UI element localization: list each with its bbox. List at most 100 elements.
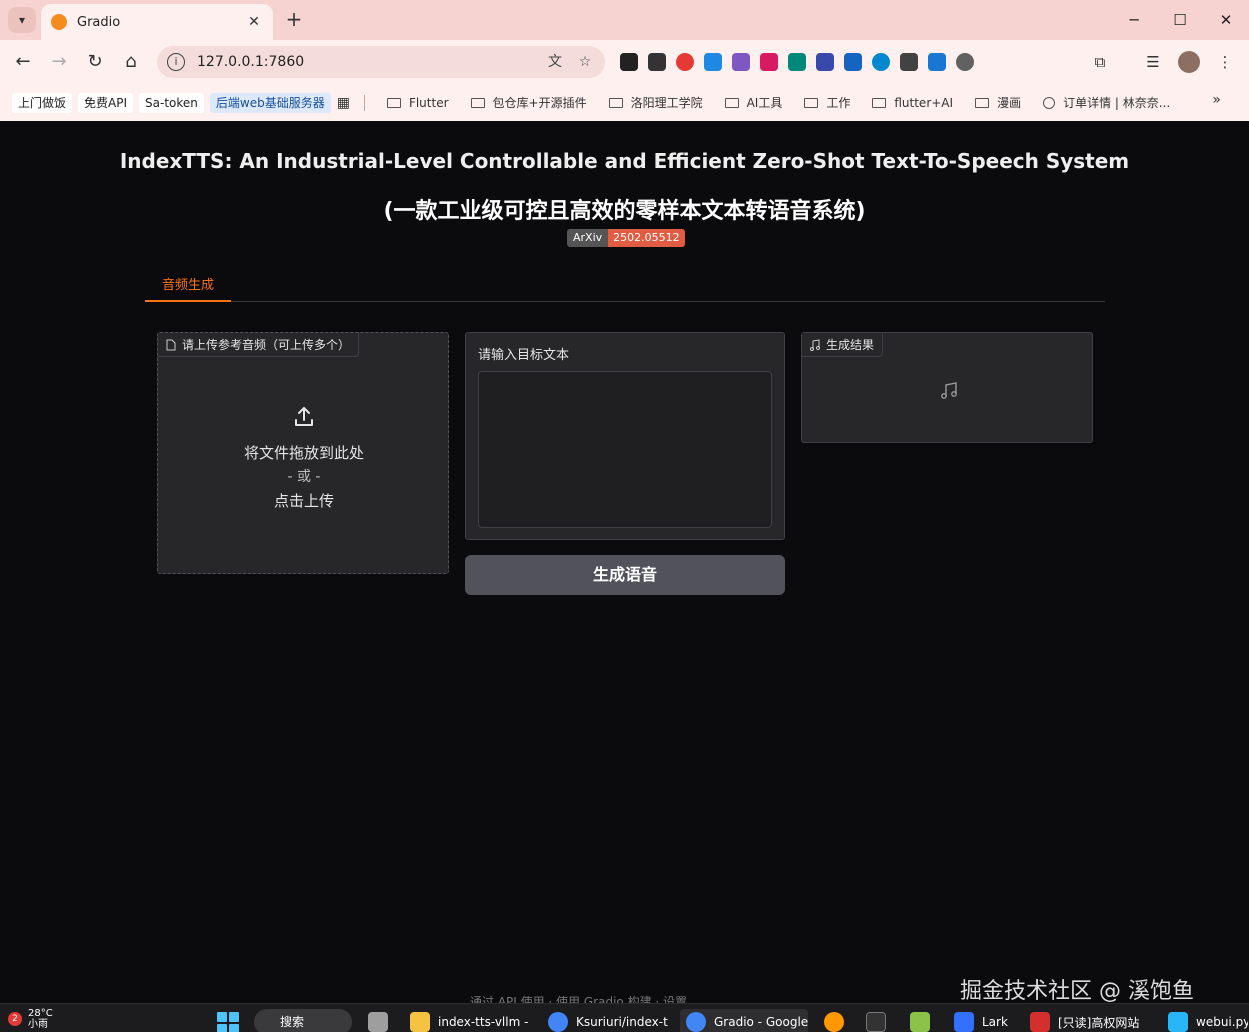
upload-dropzone[interactable]: 将文件拖放到此处 - 或 - 点击上传 [158, 405, 450, 513]
bookmark-folder-label: 包仓库+开源插件 [492, 96, 587, 110]
media-control-icon[interactable]: ☰ [1142, 51, 1164, 73]
minimize-icon[interactable]: ─ [1111, 6, 1157, 34]
folder-icon [410, 1012, 430, 1032]
reference-audio-upload[interactable]: 请上传参考音频（可上传多个） 将文件拖放到此处 - 或 - 点击上传 [157, 332, 449, 574]
bookmark-folder-label: Flutter [408, 95, 449, 110]
bookmark-item[interactable]: 上门做饭 [12, 92, 73, 113]
bookmark-folder-label: 洛阳理工学院 [630, 96, 703, 110]
extensions-puzzle-icon[interactable]: ⧉ [1089, 51, 1111, 73]
maximize-icon[interactable]: ☐ [1157, 6, 1203, 34]
profile-avatar[interactable] [1178, 51, 1200, 73]
new-tab-button[interactable]: + [282, 8, 306, 32]
taskbar-app-chrome[interactable]: Ksuriuri/index-tt [548, 1009, 668, 1032]
tab-search-button[interactable]: ▾ [8, 7, 36, 33]
bookmark-item[interactable]: 后端web基础服务器 [209, 92, 331, 113]
click-upload-text[interactable]: 点击上传 [158, 489, 450, 513]
gradio-favicon-icon [51, 14, 67, 30]
android-studio-icon[interactable] [910, 1009, 932, 1032]
target-text-block: 请输入目标文本 [465, 332, 785, 540]
taskbar-search[interactable]: 搜索 [254, 1009, 352, 1032]
bookmarks-overflow-icon[interactable]: » [1212, 92, 1221, 108]
bookmark-item[interactable]: Sa-token [139, 92, 204, 113]
bookmark-folder[interactable]: AI工具 [717, 94, 791, 111]
windows-start-icon[interactable] [217, 1012, 239, 1032]
extension-icon[interactable] [704, 53, 722, 71]
tab-strip: ▾ Gradio ✕ + ─ ☐ ✕ [0, 0, 1249, 40]
address-bar[interactable]: i 127.0.0.1:7860 文 ☆ [157, 46, 605, 78]
home-icon[interactable]: ⌂ [119, 50, 143, 74]
result-audio-block: 生成结果 [801, 332, 1093, 443]
taskbar-app-wps[interactable]: [只读]高权网站 [1030, 1009, 1155, 1032]
upload-label: 请上传参考音频（可上传多个） [158, 333, 360, 357]
bookmark-folder[interactable]: 漫画 [967, 94, 1029, 111]
upload-icon [295, 407, 313, 426]
extension-icon[interactable] [788, 53, 806, 71]
extension-icon[interactable] [844, 53, 862, 71]
bookmark-item[interactable]: 订单详情 | 林奈奈... [1035, 94, 1178, 111]
taskbar-app-label: Gradio - Google [714, 1015, 808, 1029]
browser-chrome: ▾ Gradio ✕ + ─ ☐ ✕ ← → ↻ ⌂ i 127.0.0.1:7… [0, 0, 1249, 121]
terminal-icon[interactable] [866, 1009, 888, 1032]
bookmark-star-icon[interactable]: ☆ [575, 52, 595, 72]
tab-bar: 音频生成 [145, 272, 1105, 302]
extension-icon[interactable] [872, 53, 890, 71]
result-label-text: 生成结果 [826, 337, 875, 352]
target-text-input[interactable] [478, 371, 772, 528]
back-arrow-icon[interactable]: ← [11, 50, 35, 74]
bookmark-folder[interactable]: Flutter [379, 96, 457, 110]
address-url[interactable]: 127.0.0.1:7860 [197, 54, 535, 70]
reload-icon[interactable]: ↻ [83, 50, 107, 74]
bookmark-folder[interactable]: 包仓库+开源插件 [463, 94, 595, 111]
window-close-icon[interactable]: ✕ [1203, 6, 1249, 34]
translate-icon[interactable]: 文 [545, 52, 565, 72]
tab-audio-generation[interactable]: 音频生成 [145, 272, 231, 302]
generate-speech-button[interactable]: 生成语音 [465, 555, 785, 595]
bookmark-folder[interactable]: flutter+AI [864, 96, 961, 110]
extension-icon[interactable] [928, 53, 946, 71]
extension-icon[interactable] [760, 53, 778, 71]
bookmark-folder-label: AI工具 [746, 96, 783, 110]
browser-toolbar: ← → ↻ ⌂ i 127.0.0.1:7860 文 ☆ ⧉ ☰ ⋮ [0, 40, 1249, 84]
browser-tab-gradio[interactable]: Gradio ✕ [41, 4, 273, 40]
extension-icon[interactable] [620, 53, 638, 71]
taskbar-app-label: webui.py [1196, 1015, 1248, 1029]
arxiv-badge[interactable]: ArXiv 2502.05512 [567, 229, 685, 247]
music-placeholder-icon [941, 382, 957, 399]
extension-icon[interactable] [816, 53, 834, 71]
notepad-icon [1168, 1012, 1188, 1032]
chrome-icon [548, 1012, 568, 1032]
folder-icon [386, 97, 401, 108]
menu-dots-icon[interactable]: ⋮ [1214, 51, 1236, 73]
extension-icon[interactable] [900, 53, 918, 71]
notification-badge: 2 [8, 1012, 22, 1026]
extension-icon[interactable] [676, 53, 694, 71]
taskbar-app-label: Lark [982, 1015, 1008, 1029]
taskbar-search-label: 搜索 [280, 1015, 305, 1029]
upload-label-text: 请上传参考音频（可上传多个） [182, 337, 351, 352]
taskbar-app-chrome-active[interactable]: Gradio - Google [680, 1009, 808, 1032]
extension-icon[interactable] [956, 53, 974, 71]
taskbar-app-lark[interactable]: Lark [954, 1009, 1014, 1032]
task-view-icon[interactable] [368, 1009, 392, 1032]
taskbar-app-icon[interactable] [824, 1009, 846, 1032]
tab-close-icon[interactable]: ✕ [245, 14, 263, 30]
result-label: 生成结果 [802, 333, 884, 357]
taskbar-app-explorer[interactable]: index-tts-vllm - [410, 1009, 530, 1032]
bookmark-folder[interactable]: 工作 [796, 94, 858, 111]
bookmark-separator [363, 94, 365, 111]
extension-icon[interactable] [648, 53, 666, 71]
bookmark-folder[interactable]: 洛阳理工学院 [601, 94, 711, 111]
lark-icon [954, 1012, 974, 1032]
bookmark-item[interactable]: 免费API [78, 92, 134, 113]
extension-icon[interactable] [732, 53, 750, 71]
forward-arrow-icon[interactable]: → [47, 50, 71, 74]
bookmark-folder-label: 漫画 [997, 96, 1022, 110]
arxiv-badge-id: 2502.05512 [608, 229, 685, 247]
site-info-icon[interactable]: i [167, 53, 185, 71]
bookmark-folder-label: flutter+AI [894, 95, 954, 110]
taskbar-app-notepad[interactable]: webui.py [1168, 1009, 1248, 1032]
apps-grid-icon[interactable]: ▦ [337, 95, 350, 111]
wps-icon [1030, 1012, 1050, 1032]
weather-widget[interactable]: 2 28°C 小雨 [8, 1008, 53, 1030]
taskbar-app-label: index-tts-vllm - [438, 1015, 529, 1029]
